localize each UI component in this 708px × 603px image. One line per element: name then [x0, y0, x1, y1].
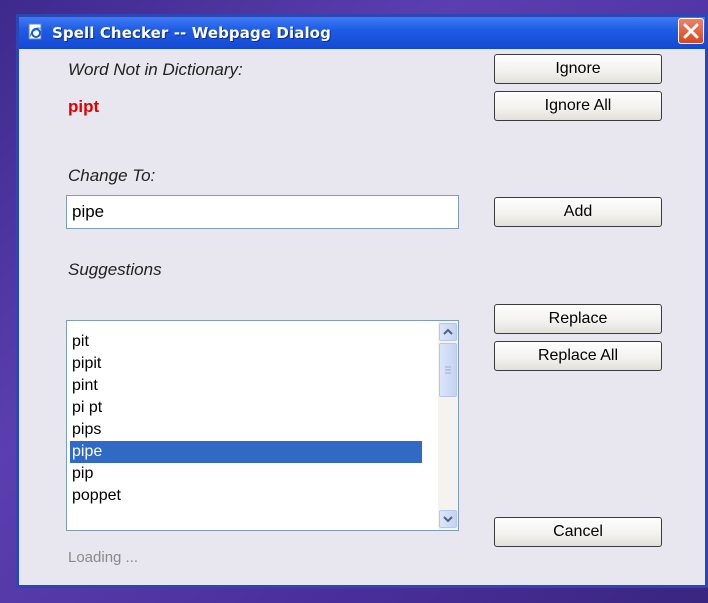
replace-all-button[interactable]: Replace All — [494, 341, 662, 371]
chevron-down-icon — [443, 516, 453, 523]
ignore-button[interactable]: Ignore — [494, 54, 662, 84]
not-in-dictionary-label: Word Not in Dictionary: — [68, 60, 243, 79]
suggestions-label: Suggestions — [68, 260, 162, 279]
spell-checker-dialog: Spell Checker -- Webpage Dialog Word Not… — [16, 14, 708, 588]
cancel-button[interactable]: Cancel — [494, 517, 662, 547]
list-item[interactable]: pip — [70, 463, 422, 485]
title-bar[interactable]: Spell Checker -- Webpage Dialog — [19, 17, 705, 49]
window-title: Spell Checker -- Webpage Dialog — [52, 24, 331, 42]
list-item[interactable]: pint — [70, 375, 422, 397]
suggestions-list[interactable]: pit pipit pint pi pt pips pipe pip poppe… — [66, 320, 459, 531]
list-item[interactable]: pipit — [70, 353, 422, 375]
add-button[interactable]: Add — [494, 197, 662, 227]
replace-button[interactable]: Replace — [494, 304, 662, 334]
change-to-label: Change To: — [68, 166, 156, 185]
list-item[interactable]: pi pt — [70, 397, 422, 419]
ie-page-icon — [27, 23, 45, 41]
close-x-icon — [683, 23, 699, 39]
close-button[interactable] — [678, 18, 704, 44]
ignore-all-button[interactable]: Ignore All — [494, 91, 662, 121]
scrollbar[interactable] — [438, 321, 458, 530]
grip-icon — [445, 366, 451, 374]
list-item[interactable]: poppet — [70, 485, 422, 507]
list-item[interactable]: pips — [70, 419, 422, 441]
scroll-down-button[interactable] — [439, 510, 457, 528]
scroll-up-button[interactable] — [439, 323, 457, 341]
scroll-thumb[interactable] — [439, 343, 457, 397]
chevron-up-icon — [443, 328, 453, 335]
list-item-selected[interactable]: pipe — [70, 441, 422, 463]
change-to-input[interactable]: pipe — [66, 195, 459, 229]
list-item[interactable]: pit — [70, 331, 422, 353]
misspelled-word: pipt — [68, 97, 100, 116]
status-text: Loading ... — [68, 549, 139, 566]
